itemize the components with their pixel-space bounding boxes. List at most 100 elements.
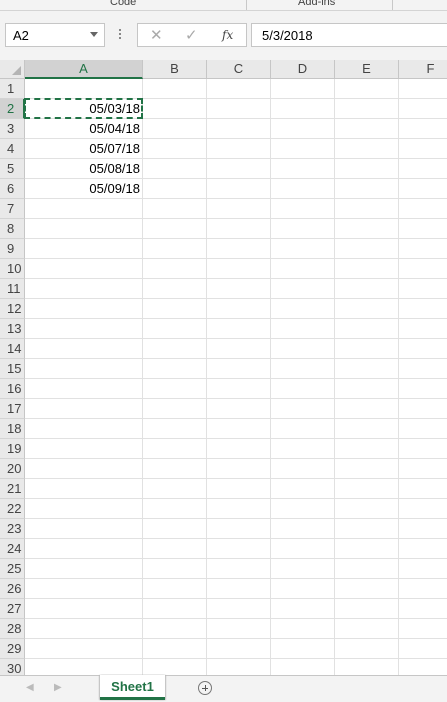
cell-f2[interactable] (399, 99, 447, 119)
cell-a13[interactable] (25, 319, 143, 339)
cell-a14[interactable] (25, 339, 143, 359)
cell-a12[interactable] (25, 299, 143, 319)
row-header-9[interactable]: 9 (0, 239, 25, 259)
cell-d5[interactable] (271, 159, 335, 179)
cell-b16[interactable] (143, 379, 207, 399)
cell-c16[interactable] (207, 379, 271, 399)
row-header-18[interactable]: 18 (0, 419, 25, 439)
cell-a16[interactable] (25, 379, 143, 399)
cell-c5[interactable] (207, 159, 271, 179)
cell-d3[interactable] (271, 119, 335, 139)
cell-f30[interactable] (399, 659, 447, 675)
cell-a15[interactable] (25, 359, 143, 379)
cell-f26[interactable] (399, 579, 447, 599)
cell-c3[interactable] (207, 119, 271, 139)
cell-a1[interactable] (25, 79, 143, 99)
row-header-8[interactable]: 8 (0, 219, 25, 239)
cell-d23[interactable] (271, 519, 335, 539)
cell-c15[interactable] (207, 359, 271, 379)
cell-e1[interactable] (335, 79, 399, 99)
cell-f18[interactable] (399, 419, 447, 439)
cell-a21[interactable] (25, 479, 143, 499)
cell-d10[interactable] (271, 259, 335, 279)
cell-c29[interactable] (207, 639, 271, 659)
cell-a27[interactable] (25, 599, 143, 619)
cell-d21[interactable] (271, 479, 335, 499)
cell-a11[interactable] (25, 279, 143, 299)
cell-b13[interactable] (143, 319, 207, 339)
cell-f28[interactable] (399, 619, 447, 639)
cell-f14[interactable] (399, 339, 447, 359)
cell-b22[interactable] (143, 499, 207, 519)
cell-b28[interactable] (143, 619, 207, 639)
cell-c12[interactable] (207, 299, 271, 319)
cell-f29[interactable] (399, 639, 447, 659)
cell-f9[interactable] (399, 239, 447, 259)
cell-d14[interactable] (271, 339, 335, 359)
cell-c26[interactable] (207, 579, 271, 599)
row-header-3[interactable]: 3 (0, 119, 25, 139)
cell-a24[interactable] (25, 539, 143, 559)
row-header-1[interactable]: 1 (0, 79, 25, 99)
cell-d27[interactable] (271, 599, 335, 619)
cell-b1[interactable] (143, 79, 207, 99)
cell-f22[interactable] (399, 499, 447, 519)
row-header-17[interactable]: 17 (0, 399, 25, 419)
cell-b23[interactable] (143, 519, 207, 539)
cell-e7[interactable] (335, 199, 399, 219)
cell-a17[interactable] (25, 399, 143, 419)
cell-c13[interactable] (207, 319, 271, 339)
cell-a3[interactable]: 05/04/18 (25, 119, 143, 139)
cell-a29[interactable] (25, 639, 143, 659)
column-header-d[interactable]: D (271, 60, 335, 79)
cell-c22[interactable] (207, 499, 271, 519)
select-all-corner[interactable] (0, 60, 25, 79)
cell-f19[interactable] (399, 439, 447, 459)
cell-d18[interactable] (271, 419, 335, 439)
cancel-icon[interactable]: ✕ (150, 26, 163, 44)
cell-a5[interactable]: 05/08/18 (25, 159, 143, 179)
row-header-22[interactable]: 22 (0, 499, 25, 519)
cell-f20[interactable] (399, 459, 447, 479)
column-header-b[interactable]: B (143, 60, 207, 79)
row-header-30[interactable]: 30 (0, 659, 25, 675)
row-header-21[interactable]: 21 (0, 479, 25, 499)
cell-c7[interactable] (207, 199, 271, 219)
cell-f4[interactable] (399, 139, 447, 159)
formula-bar-grip-icon[interactable] (119, 29, 122, 41)
cell-e23[interactable] (335, 519, 399, 539)
cell-b27[interactable] (143, 599, 207, 619)
name-box[interactable]: A2 (5, 23, 105, 47)
cell-d6[interactable] (271, 179, 335, 199)
cell-d11[interactable] (271, 279, 335, 299)
sheet-tab-sheet1[interactable]: Sheet1 (100, 675, 165, 700)
cell-e19[interactable] (335, 439, 399, 459)
cell-a20[interactable] (25, 459, 143, 479)
cell-b4[interactable] (143, 139, 207, 159)
cell-f16[interactable] (399, 379, 447, 399)
cell-c17[interactable] (207, 399, 271, 419)
cell-d28[interactable] (271, 619, 335, 639)
row-header-7[interactable]: 7 (0, 199, 25, 219)
row-header-5[interactable]: 5 (0, 159, 25, 179)
enter-check-icon[interactable]: ✓ (185, 26, 198, 44)
cell-a28[interactable] (25, 619, 143, 639)
cell-a19[interactable] (25, 439, 143, 459)
row-header-10[interactable]: 10 (0, 259, 25, 279)
cell-c1[interactable] (207, 79, 271, 99)
cell-b24[interactable] (143, 539, 207, 559)
cell-e9[interactable] (335, 239, 399, 259)
cell-d9[interactable] (271, 239, 335, 259)
cell-c30[interactable] (207, 659, 271, 675)
cell-b18[interactable] (143, 419, 207, 439)
row-header-16[interactable]: 16 (0, 379, 25, 399)
cell-f25[interactable] (399, 559, 447, 579)
cell-e25[interactable] (335, 559, 399, 579)
cell-f13[interactable] (399, 319, 447, 339)
cell-a23[interactable] (25, 519, 143, 539)
cell-f27[interactable] (399, 599, 447, 619)
cell-e10[interactable] (335, 259, 399, 279)
cell-f1[interactable] (399, 79, 447, 99)
cell-f11[interactable] (399, 279, 447, 299)
add-sheet-icon[interactable] (198, 681, 212, 695)
